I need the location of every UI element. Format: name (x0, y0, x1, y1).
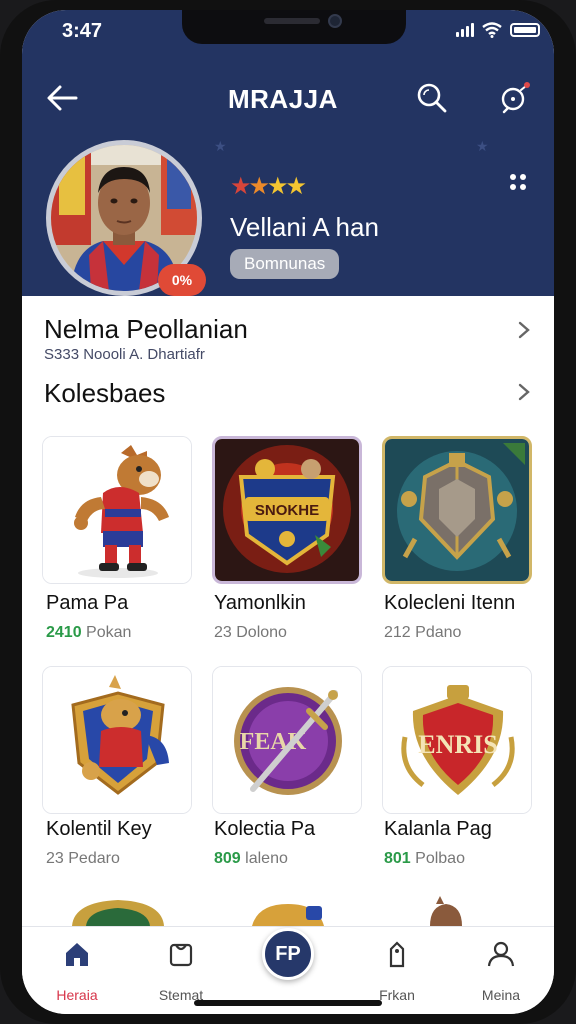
card-count: 801 (384, 850, 411, 867)
sword-emblem-image: FEAK (213, 667, 361, 813)
collection-card[interactable] (382, 436, 532, 584)
chevron-right-icon[interactable] (514, 320, 534, 340)
profile-pill[interactable]: Bomnunas (230, 249, 340, 279)
signal-icon (456, 23, 474, 37)
peek-item-image (252, 904, 324, 926)
card-count: 23 (214, 624, 232, 641)
card-meta: 809 laleno (214, 850, 288, 868)
battery-icon (510, 23, 540, 37)
collection-card[interactable]: SNOKHE (212, 436, 362, 584)
collection-card[interactable]: FEAK (212, 666, 362, 814)
badge-text: SNOKHE (255, 502, 319, 519)
collection-card[interactable] (42, 666, 192, 814)
card-meta: 801 Polbao (384, 850, 465, 868)
card-meta: 2410 Pokan (46, 624, 131, 642)
nav-item-tags[interactable]: Frkan (352, 927, 442, 1007)
profile-name: Vellani A han (230, 212, 379, 242)
wifi-icon (482, 22, 502, 38)
app-title: MRAJJA (228, 84, 338, 114)
search-icon[interactable] (414, 80, 450, 116)
user-icon (487, 941, 515, 967)
section-subtitle: S333 Noooli A. Dhartiafr (44, 346, 205, 363)
home-icon (66, 943, 88, 966)
status-time: 3:47 (62, 20, 103, 42)
card-count: 809 (214, 850, 241, 867)
collection-card[interactable] (42, 436, 192, 584)
shield-image (385, 439, 529, 581)
fab-button[interactable]: FP (262, 928, 314, 980)
arrow-left-icon[interactable] (42, 80, 82, 116)
star-decoration: ★ (214, 138, 227, 154)
card-meta-text: Pedaro (68, 850, 120, 867)
card-name: Kolentil Key (46, 818, 152, 840)
card-count: 2410 (46, 624, 82, 641)
mascot-image (43, 437, 191, 583)
card-meta-text: Pokan (86, 624, 132, 641)
nav-item-profile[interactable]: Meina (456, 927, 546, 1007)
crest-image: ENRIS (383, 667, 531, 813)
star-decoration: ★ (476, 138, 489, 154)
card-count: 212 (384, 624, 411, 641)
card-name: Kolecleni Itenn (384, 592, 516, 614)
nav-item-home[interactable]: Heraia (32, 927, 122, 1007)
tag-icon (389, 941, 405, 968)
chevron-right-icon[interactable] (514, 382, 534, 402)
nav-label: Heraia (56, 987, 98, 1003)
section-title[interactable]: Nelma Peollanian (44, 314, 248, 345)
rating: ★ ★ ★ ★ (230, 172, 307, 201)
status-icons (456, 22, 540, 38)
card-meta-text: Polbao (415, 850, 465, 867)
card-name: Yamonlkin (214, 592, 306, 614)
peek-item-image (72, 900, 164, 926)
card-meta-text: Dolono (236, 624, 287, 641)
more-options-icon[interactable] (506, 170, 530, 194)
avatar-badge: 0% (158, 264, 206, 296)
phone-frame: 3:47 MRAJJA ★ ★ 0% ★ ★ ★ ★ Vellani A han… (0, 0, 576, 1024)
collection-card[interactable]: ENRIS (382, 666, 532, 814)
card-name: Kolectia Pa (214, 818, 316, 840)
home-indicator (194, 1000, 382, 1006)
collection-title[interactable]: Kolesbaes (44, 378, 165, 409)
badge-image: SNOKHE (215, 439, 359, 581)
peek-item-image (430, 896, 462, 926)
notification-icon[interactable] (496, 80, 532, 116)
star-icon: ★ (285, 173, 308, 200)
speaker (264, 18, 320, 24)
nav-label: Meina (481, 987, 521, 1003)
notch (182, 10, 406, 44)
card-meta-text: laleno (245, 850, 288, 867)
card-count: 23 (46, 850, 64, 867)
nav-item-shop[interactable]: Stemat (136, 927, 226, 1007)
card-name: Pama Pa (46, 592, 129, 614)
card-meta-text: Pdano (415, 624, 462, 641)
camera (328, 14, 342, 28)
bag-icon (169, 943, 193, 967)
card-meta: 212 Pdano (384, 624, 461, 642)
crest-text: ENRIS (418, 730, 497, 759)
profile-header: 3:47 MRAJJA ★ ★ 0% ★ ★ ★ ★ Vellani A han… (22, 10, 554, 296)
mascot-badge-image (43, 667, 191, 813)
card-name: Kalanla Pag (384, 818, 492, 840)
card-meta: 23 Pedaro (46, 850, 120, 868)
screen: 3:47 MRAJJA ★ ★ 0% ★ ★ ★ ★ Vellani A han… (22, 10, 554, 1014)
card-meta: 23 Dolono (214, 624, 287, 642)
